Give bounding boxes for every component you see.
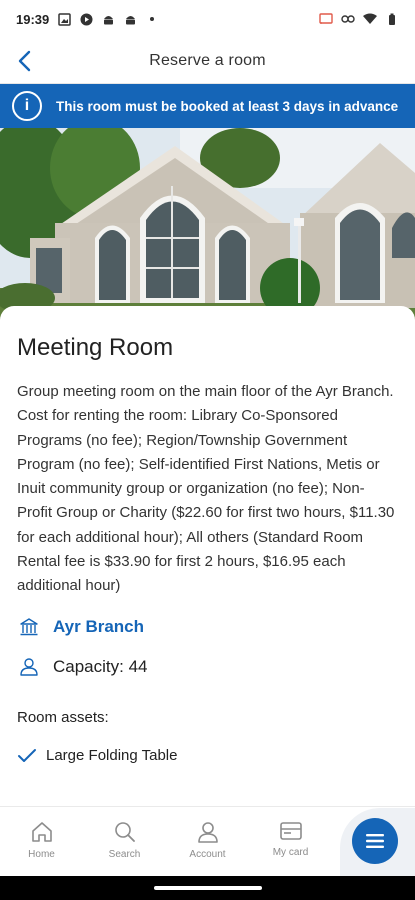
asset-label: Large Folding Table — [46, 747, 178, 765]
library-building-icon — [17, 615, 41, 639]
notification-icons — [57, 12, 159, 26]
app-screen: 19:39 Reserve a room i This room must be… — [0, 0, 415, 900]
android-icon — [123, 12, 137, 26]
room-description: Group meeting room on the main floor of … — [17, 383, 395, 595]
menu-button[interactable] — [352, 818, 398, 864]
banner-message: This room must be booked at least 3 days… — [56, 98, 399, 114]
system-navigation-bar — [0, 876, 415, 900]
room-assets-heading: Room assets: — [17, 708, 109, 726]
wifi-icon — [363, 12, 377, 26]
branch-link[interactable]: Ayr Branch — [53, 617, 144, 637]
status-bar: 19:39 — [0, 0, 415, 38]
room-details-card: Meeting Room Group meeting room on the m… — [0, 306, 415, 806]
branch-row[interactable]: Ayr Branch — [17, 615, 398, 639]
search-icon — [114, 822, 135, 842]
back-button[interactable] — [10, 47, 38, 75]
capacity-text: Capacity: 44 — [53, 656, 148, 676]
room-photo — [0, 128, 415, 328]
nav-my-card[interactable]: My card — [249, 807, 332, 876]
nav-search-label: Search — [108, 849, 141, 860]
vpn-icon — [341, 12, 355, 26]
nav-account-label: Account — [189, 849, 226, 860]
menu-icon — [366, 834, 384, 848]
dot-icon — [145, 12, 159, 26]
room-name: Meeting Room — [17, 334, 174, 361]
android-icon — [101, 12, 115, 26]
person-icon — [17, 655, 41, 679]
system-icons — [319, 12, 399, 26]
account-icon — [197, 822, 218, 843]
info-icon: i — [12, 91, 42, 121]
app-header: Reserve a room — [0, 38, 415, 84]
advance-booking-banner: i This room must be booked at least 3 da… — [0, 84, 415, 128]
status-time: 19:39 — [16, 11, 50, 27]
asset-item: Large Folding Table — [17, 746, 398, 766]
nav-my-card-label: My card — [272, 847, 309, 858]
home-icon — [31, 822, 52, 842]
nav-home[interactable]: Home — [0, 807, 83, 876]
chevron-left-icon — [18, 50, 31, 72]
nav-account[interactable]: Account — [166, 807, 249, 876]
play-icon — [79, 12, 93, 26]
home-gesture-handle[interactable] — [153, 886, 262, 890]
nav-search[interactable]: Search — [83, 807, 166, 876]
capacity-row: Capacity: 44 — [17, 655, 398, 679]
checkmark-icon — [17, 746, 37, 766]
gallery-icon — [57, 12, 71, 26]
nav-home-label: Home — [28, 849, 55, 860]
cast-icon — [319, 12, 333, 26]
card-icon — [279, 822, 302, 840]
battery-icon — [385, 12, 399, 26]
page-title: Reserve a room — [149, 51, 266, 69]
